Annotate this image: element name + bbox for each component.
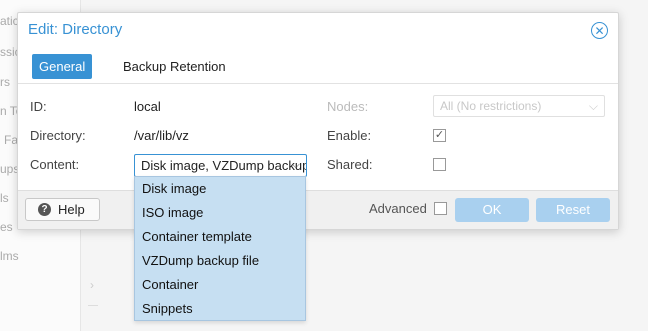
background-item: rs — [0, 75, 10, 89]
shared-checkbox[interactable] — [433, 158, 446, 171]
content-select[interactable]: Disk image, VZDump backup file ⌵ — [134, 154, 307, 177]
nodes-label: Nodes: — [327, 99, 369, 114]
tab-backup-retention[interactable]: Backup Retention — [116, 54, 233, 79]
enable-label: Enable: — [327, 128, 372, 143]
content-dropdown-list: Disk image ISO image Container template … — [134, 176, 306, 321]
dropdown-option-iso-image[interactable]: ISO image — [142, 205, 203, 220]
close-icon[interactable]: ✕ — [591, 22, 608, 39]
id-label: ID: — [30, 99, 47, 114]
ok-button[interactable]: OK — [455, 198, 529, 222]
advanced-checkbox[interactable] — [434, 202, 447, 215]
dropdown-option-container-template[interactable]: Container template — [142, 229, 252, 244]
dropdown-option-disk-image[interactable]: Disk image — [142, 181, 206, 196]
advanced-label: Advanced — [369, 201, 427, 216]
chevron-right-icon: › — [90, 278, 94, 292]
content-label: Content: — [30, 157, 80, 172]
chevron-down-icon: ⌵ — [588, 99, 598, 113]
background-item: ls — [0, 191, 9, 205]
enable-checkbox[interactable]: ✓ — [433, 129, 446, 142]
directory-value: /var/lib/vz — [134, 128, 189, 143]
divider — [18, 83, 618, 84]
background-item: atic — [0, 14, 19, 28]
directory-label: Directory: — [30, 128, 86, 143]
dialog-footer: ? Help Advanced OK Reset — [18, 190, 618, 229]
help-button-label: Help — [58, 202, 85, 217]
dropdown-option-snippets[interactable]: Snippets — [142, 301, 193, 316]
divider — [88, 305, 98, 306]
ok-button-label: OK — [482, 202, 502, 217]
background-item: lms — [0, 249, 19, 263]
background-item: Fa — [4, 133, 19, 147]
chevron-down-icon: ⌵ — [291, 159, 300, 171]
edit-directory-dialog: Edit: Directory ✕ General Backup Retenti… — [17, 12, 619, 230]
help-button[interactable]: ? Help — [25, 198, 100, 221]
tab-general[interactable]: General — [32, 54, 93, 79]
nodes-select-placeholder: All (No restrictions) — [440, 99, 542, 113]
id-value: local — [134, 99, 161, 114]
dialog-titlebar[interactable]: Edit: Directory ✕ — [18, 13, 618, 49]
question-icon: ? — [38, 203, 51, 216]
nodes-select[interactable]: All (No restrictions) ⌵ — [433, 95, 605, 117]
content-select-value: Disk image, VZDump backup file — [141, 158, 307, 173]
background-item: es — [0, 220, 13, 234]
dialog-title: Edit: Directory — [28, 21, 123, 38]
shared-label: Shared: — [327, 157, 373, 172]
reset-button-label: Reset — [556, 202, 590, 217]
reset-button[interactable]: Reset — [536, 198, 610, 222]
dropdown-option-container[interactable]: Container — [142, 277, 198, 292]
dropdown-option-vzdump-backup-file[interactable]: VZDump backup file — [142, 253, 259, 268]
